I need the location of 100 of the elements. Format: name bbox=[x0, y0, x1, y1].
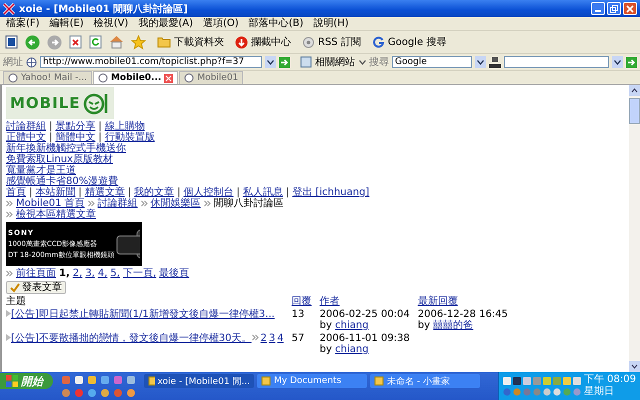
breadcrumb-current: 閒聊八卦討論區 bbox=[214, 198, 284, 209]
post-date: 2006-11-01 09:38 bbox=[320, 333, 410, 344]
search-engine-field[interactable]: Google bbox=[392, 56, 472, 68]
separator: | bbox=[78, 187, 82, 198]
dropdown-button[interactable] bbox=[612, 56, 623, 68]
page-link[interactable]: 2, bbox=[72, 268, 82, 279]
user-link[interactable]: 我的文章 bbox=[134, 187, 174, 198]
toolbar-button[interactable]: Google 搜尋 bbox=[370, 34, 448, 50]
separator: | bbox=[286, 187, 290, 198]
nav-link[interactable]: 討論群組 bbox=[6, 121, 46, 132]
menu-item[interactable]: 說明(H) bbox=[313, 18, 349, 30]
page-link[interactable]: 3, bbox=[85, 268, 95, 279]
nav-link[interactable]: 線上購物 bbox=[104, 121, 145, 132]
back-button[interactable] bbox=[24, 34, 41, 50]
nav-link[interactable]: 景點分享 bbox=[55, 121, 96, 132]
page-link[interactable]: 4, bbox=[98, 268, 108, 279]
menu-item[interactable]: 檢視(V) bbox=[94, 18, 128, 30]
toolbar-button[interactable]: RSS 訂閱 bbox=[301, 34, 362, 50]
page-link[interactable]: 3 bbox=[268, 333, 276, 344]
double-chevron-icon bbox=[204, 200, 211, 207]
caret-icon bbox=[359, 60, 366, 64]
author-link[interactable]: 囍囍的爸 bbox=[433, 320, 474, 331]
column-header[interactable]: 回覆 bbox=[292, 296, 312, 307]
taskbar-button[interactable]: 未命名 - 小畫家 bbox=[370, 374, 480, 388]
minimize-button[interactable] bbox=[591, 2, 605, 15]
search-field[interactable] bbox=[504, 56, 609, 68]
author-link[interactable]: chiang bbox=[335, 344, 369, 355]
nav-link[interactable]: 行動裝置版 bbox=[104, 132, 155, 143]
page-link[interactable]: 4 bbox=[277, 333, 284, 344]
site-logo[interactable]: MOBILE bbox=[6, 87, 114, 119]
dropdown-button[interactable] bbox=[475, 56, 486, 68]
stop-button[interactable] bbox=[68, 34, 83, 50]
forward-button[interactable] bbox=[46, 34, 63, 50]
logo-mark-icon bbox=[82, 91, 108, 115]
toolbar-button[interactable]: 攔截中心 bbox=[234, 34, 292, 50]
clock-day: 星期日 bbox=[584, 386, 636, 398]
restore-button[interactable] bbox=[607, 2, 621, 15]
taskbar-button[interactable]: xoie - [Mobile01 閒... bbox=[144, 374, 254, 388]
rss-icon bbox=[302, 36, 315, 48]
caret-icon bbox=[614, 60, 621, 64]
menu-item[interactable]: 部落中心(B) bbox=[248, 18, 304, 30]
column-header: 主題 bbox=[6, 296, 26, 307]
post-button[interactable]: 發表文章 bbox=[6, 281, 66, 294]
scrollbar[interactable] bbox=[629, 85, 640, 372]
address-field[interactable]: http://www.mobile01.com/topiclist.php?f=37 bbox=[40, 56, 262, 68]
tab-label: Mobile01 bbox=[197, 73, 238, 83]
browser-tab[interactable]: Yahoo! Mail -... bbox=[3, 71, 92, 84]
menu-item[interactable]: 選項(O) bbox=[203, 18, 239, 30]
close-icon[interactable] bbox=[164, 74, 174, 82]
user-link[interactable]: 私人訊息 bbox=[242, 187, 283, 198]
breadcrumb-link[interactable]: 休閒娛樂區 bbox=[150, 198, 201, 209]
minimize-icon bbox=[595, 10, 601, 12]
column-header[interactable]: 最新回覆 bbox=[418, 296, 458, 307]
menu-item[interactable]: 檔案(F) bbox=[6, 18, 40, 30]
close-button[interactable] bbox=[623, 2, 637, 15]
menu-item[interactable]: 我的最愛(A) bbox=[138, 18, 193, 30]
toolbar-button[interactable]: 下載資料夾 bbox=[156, 34, 225, 50]
scroll-thumb[interactable] bbox=[629, 98, 640, 124]
page-link[interactable]: 前往頁面 bbox=[16, 268, 56, 279]
user-link[interactable]: 首頁 bbox=[6, 187, 26, 198]
caret-icon bbox=[267, 60, 274, 64]
user-link[interactable]: 本站新聞 bbox=[35, 187, 76, 198]
browser-tab[interactable]: Mobile0... bbox=[92, 71, 178, 84]
start-button[interactable]: 開始 bbox=[0, 373, 53, 389]
topic-link[interactable]: [公告]不要散播拙的戀情，發文後自爆一律停權30天。 bbox=[11, 333, 252, 344]
related-sites-button[interactable]: 相關網站 bbox=[299, 54, 356, 70]
user-link[interactable]: 登出 [ichhuang] bbox=[292, 187, 370, 198]
promo-link[interactable]: 寬量黨才是王道 bbox=[6, 165, 76, 176]
stop-page-icon bbox=[69, 35, 82, 49]
nav-link[interactable]: 正體中文 bbox=[6, 132, 46, 143]
promo-link[interactable]: 感覺帳通卡省80%漫遊費 bbox=[6, 176, 118, 187]
topic-link[interactable]: [公告]即日起禁止轉貼新聞(1/1新增發文後自爆一律停權3... bbox=[11, 309, 275, 320]
page-link[interactable]: 最後頁 bbox=[159, 268, 190, 279]
window-icon bbox=[374, 376, 384, 386]
menu-item[interactable]: 編輯(E) bbox=[50, 18, 84, 30]
author-link[interactable]: chiang bbox=[335, 320, 369, 331]
page-icon bbox=[8, 73, 18, 83]
taskbar-button[interactable]: My Documents bbox=[257, 374, 367, 388]
refresh-button[interactable] bbox=[88, 34, 103, 50]
browser-tab[interactable]: Mobile01 bbox=[179, 71, 244, 84]
nav-link[interactable]: 簡體中文 bbox=[55, 132, 96, 143]
favorites-button[interactable] bbox=[130, 34, 147, 50]
column-header[interactable]: 作者 bbox=[320, 296, 340, 307]
dropdown-button[interactable] bbox=[265, 56, 276, 68]
page-link[interactable]: 2 bbox=[260, 333, 267, 344]
page-link[interactable]: 下一頁, bbox=[122, 268, 156, 279]
scroll-up-icon[interactable] bbox=[629, 85, 640, 96]
new-page-button[interactable] bbox=[4, 34, 19, 50]
promo-link[interactable]: 新年換新機觸控式手機送你 bbox=[6, 143, 126, 154]
promo-link[interactable]: 免費索取Linux原版教材 bbox=[6, 154, 113, 165]
user-link[interactable]: 精選文章 bbox=[84, 187, 125, 198]
breadcrumb-link[interactable]: 討論群組 bbox=[98, 198, 138, 209]
page-link[interactable]: 5, bbox=[110, 268, 120, 279]
home-button[interactable] bbox=[108, 34, 125, 50]
user-link[interactable]: 個人控制台 bbox=[184, 187, 234, 198]
document-icon bbox=[5, 35, 18, 49]
featured-link[interactable]: 檢視本區精選文章 bbox=[16, 209, 96, 220]
breadcrumb-link[interactable]: Mobile01 首頁 bbox=[16, 198, 85, 209]
window-icon bbox=[261, 376, 271, 386]
scroll-down-icon[interactable] bbox=[629, 361, 640, 372]
